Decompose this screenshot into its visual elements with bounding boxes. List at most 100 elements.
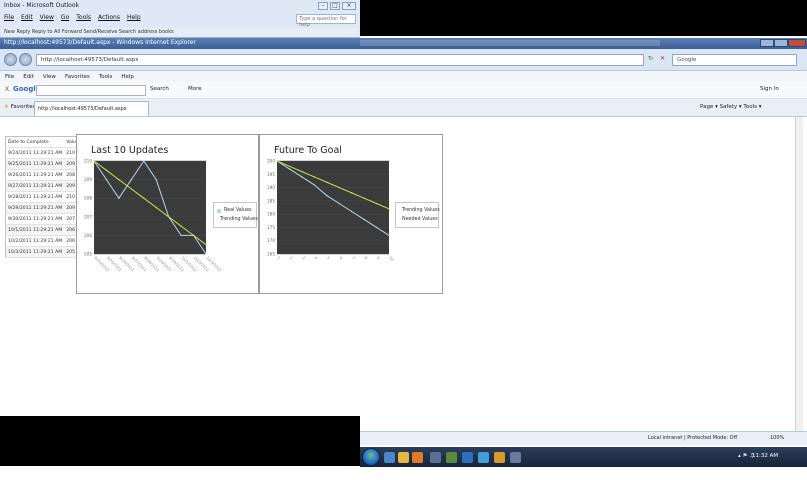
tab-default-aspx[interactable]: http://localhost:49573/Default.aspx [34, 101, 149, 116]
updates-table: Date to Complete Value 9/24/2011 11:29:2… [5, 136, 82, 258]
cell-date: 9/27/2011 11:29:21 AM [5, 180, 65, 192]
maximize-button[interactable]: □ [330, 2, 340, 10]
google-toolbar: X Google Search More Sign In [0, 82, 807, 99]
outlook-menu-view[interactable]: View [40, 14, 54, 21]
data-point [338, 202, 340, 205]
legend-label: Trending Values [220, 217, 258, 222]
data-point [301, 170, 303, 173]
cell-date: 10/3/2011 11:29:21 AM [5, 246, 65, 258]
data-point [388, 208, 390, 210]
menu-edit[interactable]: Edit [23, 74, 34, 80]
outlook-menu-actions[interactable]: Actions [98, 14, 120, 21]
data-point [350, 210, 353, 213]
refresh-icon[interactable]: ↻ [648, 55, 653, 62]
data-point [118, 178, 120, 181]
favorites-bar: ★ Favorites http://localhost:49573/Defau… [0, 99, 807, 117]
x-tick-label: 9 [376, 255, 382, 261]
data-point [205, 253, 207, 255]
menu-favorites[interactable]: Favorites [65, 74, 90, 80]
table-row: 9/26/2011 11:29:21 AM 208 [5, 169, 82, 181]
app-taskbar-icon[interactable] [478, 452, 489, 463]
plot-area [94, 161, 206, 254]
menu-tools[interactable]: Tools [99, 74, 113, 80]
outlook-menu-bar: File Edit View Go Tools Actions Help [4, 14, 141, 21]
google-search-input[interactable] [36, 85, 146, 96]
ie-maximize-button[interactable] [774, 39, 788, 47]
data-point [388, 234, 390, 237]
back-icon[interactable] [4, 53, 17, 66]
app-taskbar-icon[interactable] [494, 452, 505, 463]
zoom-level[interactable]: 100% [770, 435, 784, 441]
explorer-taskbar-icon[interactable] [398, 452, 409, 463]
search-input[interactable]: Google [672, 54, 797, 66]
ie-minimize-button[interactable] [760, 39, 774, 47]
legend-item: Needed Values [399, 215, 438, 224]
outlook-toolbar[interactable]: New Reply Reply to All Forward Send/Rece… [2, 28, 358, 37]
y-tick-label: 180 [267, 212, 275, 217]
google-search-button[interactable]: Search [150, 86, 169, 92]
table-row: 10/1/2011 11:29:21 AM 206 [5, 224, 82, 236]
header-date: Date to Complete [5, 136, 65, 148]
table-row: 9/25/2011 11:29:21 AM 209 [5, 158, 82, 170]
outlook-menu-tools[interactable]: Tools [76, 14, 91, 21]
cell-date: 9/30/2011 11:29:21 AM [5, 213, 65, 225]
menu-file[interactable]: File [5, 74, 14, 80]
ask-question-input[interactable]: Type a question for help [296, 14, 356, 28]
ie-close-button[interactable] [788, 39, 806, 47]
star-icon: ★ [4, 104, 9, 110]
data-point [167, 216, 170, 218]
table-row: 10/2/2011 11:29:21 AM 206 [5, 235, 82, 247]
forward-icon[interactable] [19, 53, 32, 66]
ie-menu-bar: File Edit View Favorites Tools Help [0, 71, 807, 82]
menu-help[interactable]: Help [121, 74, 134, 80]
vertical-scrollbar[interactable] [795, 117, 803, 431]
stop-icon[interactable]: ✕ [660, 55, 665, 62]
legend-label: Trending Values [402, 208, 440, 213]
legend-label: Needed Values [402, 217, 438, 222]
security-zone[interactable]: Local intranet | Protected Mode: Off [648, 435, 737, 441]
table-row: 9/29/2011 11:29:21 AM 209 [5, 202, 82, 214]
cell-date: 9/25/2011 11:29:21 AM [5, 158, 65, 170]
table-row: 9/30/2011 11:29:21 AM 207 [5, 213, 82, 225]
chart-legend: Trending Values Needed Values [395, 202, 440, 228]
y-tick-label: 208 [84, 196, 92, 201]
title-bar-blur [360, 40, 660, 46]
y-tick-label: 165 [267, 252, 275, 257]
outlook-menu-help[interactable]: Help [127, 14, 141, 21]
start-button[interactable] [362, 448, 380, 466]
close-button[interactable]: × [342, 2, 356, 10]
data-point [205, 244, 207, 246]
google-signin-button[interactable]: Sign In [760, 86, 779, 92]
app-taskbar-icon[interactable] [430, 452, 441, 463]
outlook-menu-file[interactable]: File [4, 14, 14, 21]
cell-date: 10/2/2011 11:29:21 AM [5, 235, 65, 247]
chart-legend: Real Values Trending Values [213, 202, 258, 228]
app-taskbar-icon[interactable] [462, 452, 473, 463]
google-more-button[interactable]: More [188, 86, 202, 92]
google-toolbar-close-icon[interactable]: X [5, 86, 9, 93]
ie-taskbar-icon[interactable] [384, 452, 395, 463]
x-tick-label: 5 [326, 255, 332, 261]
address-input[interactable]: http://localhost:49573/Default.aspx [36, 54, 644, 66]
cell-date: 9/24/2011 11:29:21 AM [5, 147, 65, 159]
minimize-button[interactable]: – [318, 2, 328, 10]
ie-title-bar: http://localhost:49573/Default.aspx - Wi… [0, 38, 807, 49]
data-point [276, 160, 278, 162]
outlook-menu-go[interactable]: Go [61, 14, 69, 21]
data-point [288, 168, 291, 170]
menu-view[interactable]: View [43, 74, 56, 80]
x-tick-label: 3 [301, 255, 307, 261]
y-tick-label: 206 [84, 233, 92, 238]
app-taskbar-icon[interactable] [510, 452, 521, 463]
media-taskbar-icon[interactable] [412, 452, 423, 463]
outlook-menu-edit[interactable]: Edit [21, 14, 33, 21]
command-bar[interactable]: Page ▾ Safety ▾ Tools ▾ [700, 104, 761, 110]
favorites-button[interactable]: ★ Favorites [4, 104, 36, 110]
data-point [180, 225, 182, 227]
y-tick-label: 195 [267, 172, 275, 177]
address-bar-row: http://localhost:49573/Default.aspx ↻ ✕ … [0, 49, 807, 71]
black-region-bottom [0, 416, 360, 466]
legend-item: Real Values [217, 206, 253, 215]
app-taskbar-icon[interactable] [446, 452, 457, 463]
y-tick-label: 209 [84, 177, 92, 182]
